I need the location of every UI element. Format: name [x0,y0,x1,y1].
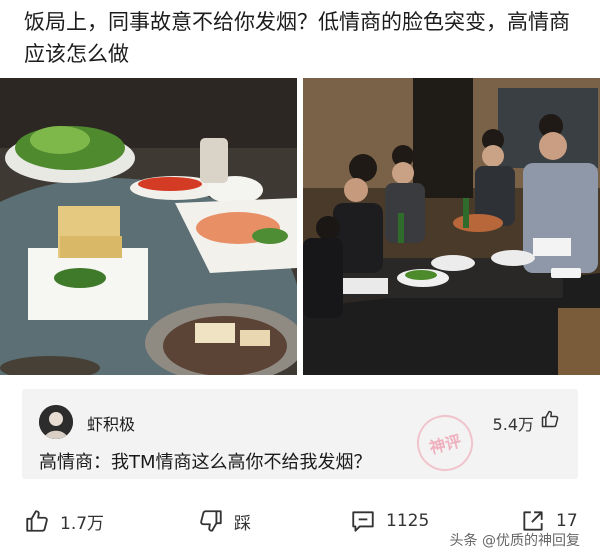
comment-icon [352,511,374,532]
avatar-image [39,405,73,439]
group-illustration [303,78,600,375]
thumbs-up-icon[interactable] [540,409,560,429]
comment-username[interactable]: 虾积极 [87,411,135,435]
comment-card: 虾积极 5.4万 神评 高情商：我TM情商这么高你不给我发烟？ [22,389,578,479]
thumbs-up-icon [26,510,48,532]
thumbs-down-icon [200,510,222,532]
comment-text: 高情商：我TM情商这么高你不给我发烟？ [39,452,372,473]
share-count: 17 [556,511,578,531]
photo-grid [0,78,600,375]
dinner-table-food-photo[interactable] [0,78,297,375]
comment-button[interactable]: 1125 [350,508,429,534]
featured-comment-stamp: 神评 [411,409,479,477]
source-watermark: 头条 @优质的神回复 [449,533,580,549]
comment-like-count: 5.4万 [492,415,534,434]
post-title: 饭局上，同事故意不给你发烟？低情商的脸色突变，高情商应该怎么做 [24,10,570,66]
food-illustration [0,78,297,375]
like-count: 1.7万 [60,513,105,534]
like-button[interactable]: 1.7万 [24,508,104,534]
group-drinking-photo[interactable] [303,78,600,375]
dislike-button[interactable]: 踩 [198,508,251,534]
dislike-label: 踩 [234,513,251,534]
comment-count: 1125 [386,511,430,531]
avatar[interactable] [39,405,73,439]
